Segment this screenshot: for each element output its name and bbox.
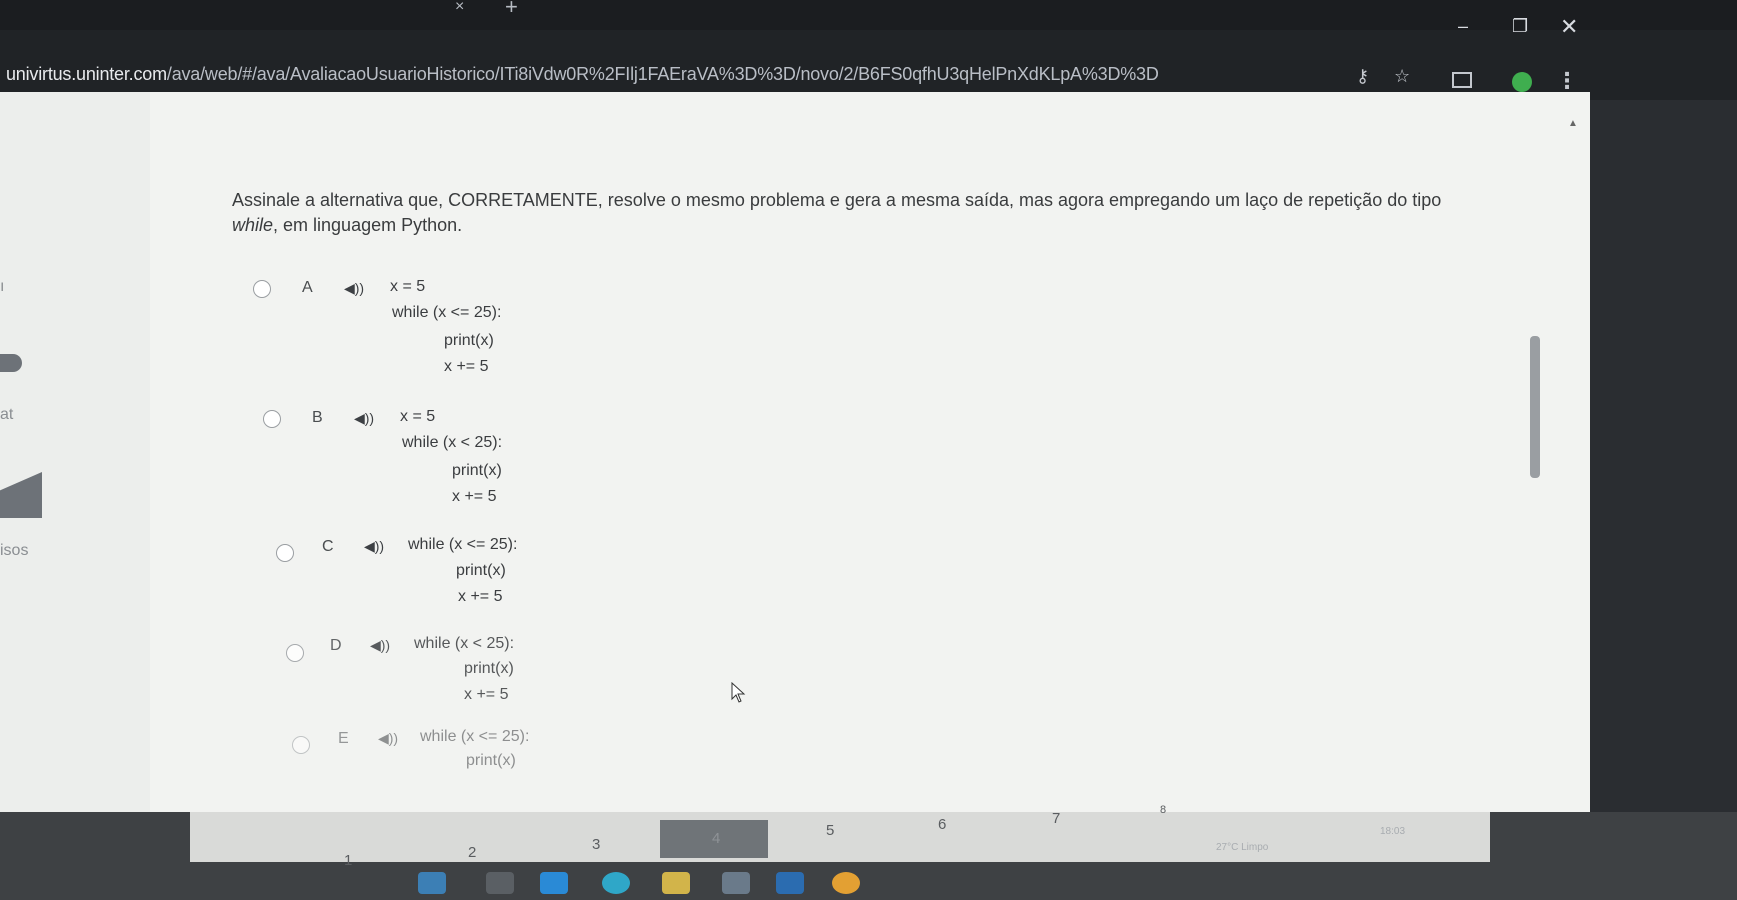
rail-text-3: isos xyxy=(0,542,29,559)
audio-icon[interactable]: ◀)) xyxy=(344,280,364,297)
code-line: print(x) xyxy=(456,562,506,579)
key-icon[interactable]: ⚷ xyxy=(1356,66,1369,87)
left-rail: ı at isos xyxy=(0,92,150,827)
taskbar-app-icon[interactable] xyxy=(662,872,690,894)
code-line: print(x) xyxy=(452,462,502,479)
code-line: while (x < 25): xyxy=(414,635,515,652)
option-letter: E xyxy=(338,730,349,747)
tray-clock[interactable]: 18:03 xyxy=(1380,826,1405,837)
question-text: Assinale a alternativa que, CORRETAMENTE… xyxy=(232,190,1442,235)
code-line: while (x <= 25): xyxy=(392,304,502,321)
rail-text-1: ı xyxy=(0,278,5,295)
rail-bubble-icon xyxy=(0,354,22,372)
pager-item[interactable]: 8 xyxy=(1160,804,1166,816)
pager-item[interactable]: 1 xyxy=(344,852,352,869)
rail-text-2: at xyxy=(0,406,14,423)
tray-weather[interactable]: 27°C Limpo xyxy=(1216,842,1268,853)
option-letter: C xyxy=(322,538,334,555)
tab-strip: × + – ❐ ✕ xyxy=(0,0,1737,39)
taskbar-app-icon[interactable] xyxy=(540,872,568,894)
code-line: while (x < 25): xyxy=(402,434,503,451)
taskbar-app-icon[interactable] xyxy=(722,872,750,894)
window-close-button[interactable]: ✕ xyxy=(1560,14,1578,40)
option-letter: A xyxy=(302,279,313,296)
pager-item[interactable]: 3 xyxy=(592,836,600,853)
scrollbar-thumb[interactable] xyxy=(1530,336,1540,478)
maximize-button[interactable]: ❐ xyxy=(1512,16,1528,37)
code-line: x += 5 xyxy=(452,488,497,505)
cast-icon[interactable] xyxy=(1452,72,1472,88)
code-line: print(x) xyxy=(444,332,494,349)
code-line: x = 5 xyxy=(400,408,436,425)
taskbar-app-icon[interactable] xyxy=(832,872,860,894)
code-line: x += 5 xyxy=(458,588,503,605)
radio-e[interactable] xyxy=(292,736,310,754)
code-line: while (x <= 25): xyxy=(420,728,530,745)
star-icon[interactable]: ☆ xyxy=(1394,66,1410,87)
scroll-up-icon[interactable]: ▲ xyxy=(1568,118,1578,129)
taskbar-app-icon[interactable] xyxy=(486,872,514,894)
audio-icon[interactable]: ◀)) xyxy=(370,637,390,654)
new-tab-button[interactable]: + xyxy=(505,0,518,20)
url-host: univirtus.uninter.com xyxy=(6,64,167,84)
radio-b[interactable] xyxy=(263,410,281,428)
pager-item[interactable]: 2 xyxy=(468,844,476,861)
pager-item[interactable]: 5 xyxy=(826,822,834,839)
pager-item[interactable]: 6 xyxy=(938,816,946,833)
url-path: /ava/web/#/ava/AvaliacaoUsuarioHistorico… xyxy=(166,64,1159,84)
taskbar-app-icon[interactable] xyxy=(418,872,446,894)
code-line: x += 5 xyxy=(464,686,509,703)
radio-c[interactable] xyxy=(276,544,294,562)
menu-icon[interactable]: ⋮ xyxy=(1556,68,1578,94)
taskbar-app-icon[interactable] xyxy=(602,872,630,894)
radio-d[interactable] xyxy=(286,644,304,662)
option-letter: B xyxy=(312,409,323,426)
code-line: while (x <= 25): xyxy=(408,536,518,553)
mouse-cursor-icon xyxy=(731,682,746,703)
tab-close-button[interactable]: × xyxy=(455,0,464,16)
page-content: ı at isos ▲ Assinale a alternativa que, … xyxy=(0,92,1590,827)
profile-icon[interactable] xyxy=(1512,72,1532,92)
audio-icon[interactable]: ◀)) xyxy=(378,730,398,747)
taskbar-app-icon[interactable] xyxy=(776,872,804,894)
code-line: x = 5 xyxy=(390,278,426,295)
code-line: x += 5 xyxy=(444,358,489,375)
minimize-button[interactable]: – xyxy=(1458,16,1468,37)
pager-bar xyxy=(190,812,1490,862)
pager-item[interactable]: 4 xyxy=(712,830,720,847)
code-line: print(x) xyxy=(464,660,514,677)
browser-chrome: × + – ❐ ✕ univirtus.uninter.com/ava/web/… xyxy=(0,0,1737,100)
pager-item[interactable]: 7 xyxy=(1052,810,1060,827)
rail-edit-icon xyxy=(0,472,42,518)
question-keyword: while xyxy=(232,215,274,235)
radio-a[interactable] xyxy=(253,280,271,298)
option-letter: D xyxy=(330,637,342,654)
audio-icon[interactable]: ◀)) xyxy=(354,410,374,427)
url-text[interactable]: univirtus.uninter.com/ava/web/#/ava/Aval… xyxy=(6,64,1159,85)
audio-icon[interactable]: ◀)) xyxy=(364,538,384,555)
code-line: print(x) xyxy=(466,752,516,769)
